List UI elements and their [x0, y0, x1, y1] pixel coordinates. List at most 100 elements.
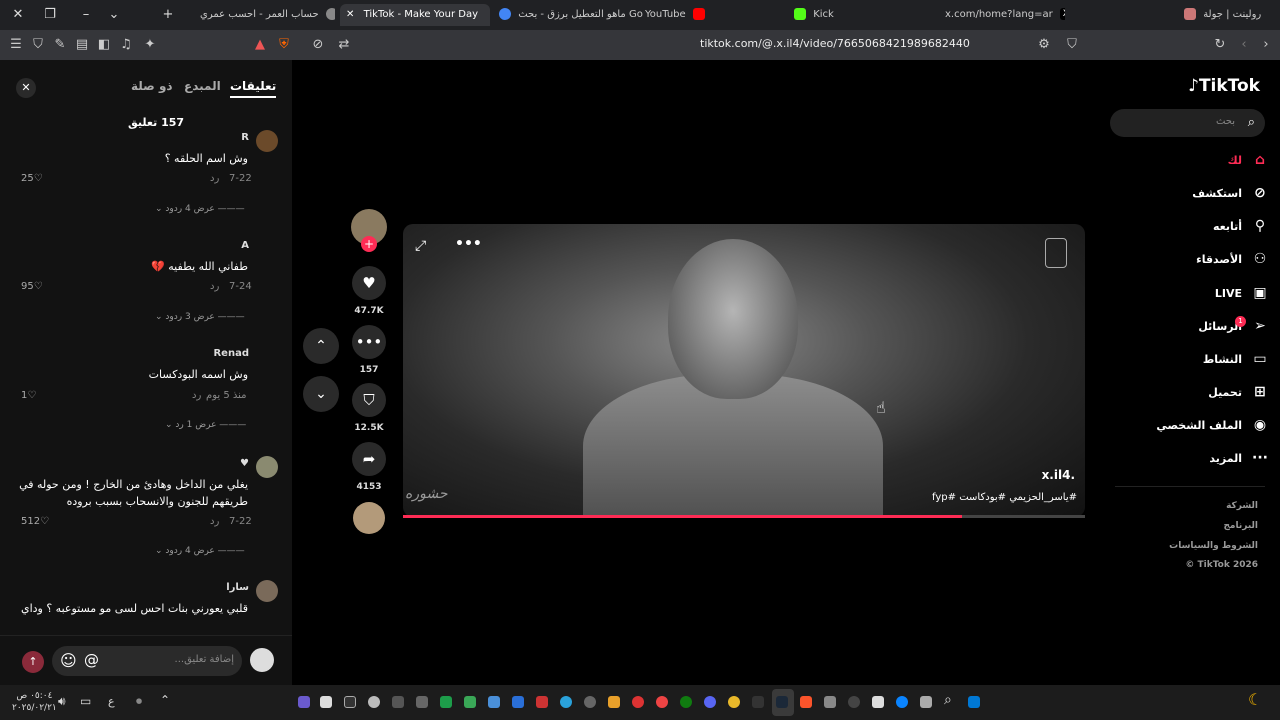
windows-start-icon[interactable] — [968, 696, 980, 708]
tab-related[interactable]: ذو صلة — [131, 79, 173, 93]
app-icon[interactable] — [608, 696, 620, 708]
app-icon[interactable] — [344, 696, 356, 708]
comment-user[interactable]: R — [241, 132, 249, 143]
tab-tiktok[interactable]: ✕ TikTok - Make Your Day — [340, 4, 490, 26]
forward-icon[interactable]: ‹ — [1236, 37, 1252, 53]
comment-input[interactable]: ☺ @ إضافة تعليق... — [52, 646, 242, 676]
steam-icon[interactable] — [776, 696, 788, 708]
brave-rewards-icon[interactable]: ▲ — [252, 37, 268, 53]
translate-icon[interactable]: ⇄ — [336, 37, 352, 53]
search-icon[interactable]: ⌕ — [1248, 115, 1255, 130]
app-icon[interactable] — [488, 696, 500, 708]
site-settings-icon[interactable]: ⚙ — [1036, 37, 1052, 53]
avatar[interactable] — [250, 648, 274, 672]
pin-icon[interactable]: ✎ — [52, 37, 68, 53]
previous-video-button[interactable]: ⌃ — [303, 328, 339, 364]
menu-icon[interactable]: ☰ — [8, 37, 24, 53]
close-tab-icon[interactable]: ✕ — [346, 9, 354, 20]
nav-explore[interactable]: ⊘استكشف — [1192, 185, 1270, 205]
tab-x[interactable]: x.com/home?lang=ar X — [945, 4, 1065, 26]
reply-button[interactable]: رد — [192, 390, 201, 401]
app-icon[interactable] — [656, 696, 668, 708]
comment-user[interactable]: Renad — [213, 348, 249, 359]
back-icon[interactable]: › — [1258, 37, 1274, 53]
tiktok-logo[interactable]: ♪TikTok — [1188, 76, 1260, 96]
telegram-icon[interactable] — [560, 696, 572, 708]
view-replies[interactable]: ⌄ عرض 4 ردود ——— — [155, 204, 245, 214]
music-icon[interactable]: ♫ — [118, 37, 134, 53]
shield-icon[interactable]: ⛉ — [30, 37, 46, 53]
video-author[interactable]: x.il4. — [1042, 468, 1075, 482]
volume-icon[interactable]: 🔊︎ — [58, 694, 66, 709]
footer-link[interactable]: الشروط والسياسات — [1169, 541, 1258, 551]
excel-icon[interactable] — [440, 696, 452, 708]
tab-google[interactable]: ماهو التعطيل برزق - بحث Google — [495, 4, 643, 26]
extensions-icon[interactable]: ✦ — [142, 37, 158, 53]
avatar[interactable] — [256, 456, 278, 478]
brave-shield-icon[interactable]: ⛨ — [276, 37, 292, 53]
tab-youtube[interactable]: YouTube — [645, 4, 785, 26]
fullscreen-icon[interactable]: ⤢ — [415, 238, 426, 254]
close-window-icon[interactable]: ✕ — [8, 5, 28, 25]
discord-icon[interactable] — [704, 696, 716, 708]
bookmark-icon[interactable]: ⛉ — [352, 383, 386, 417]
video-progress-bar[interactable] — [403, 515, 1085, 518]
weather-icon[interactable]: ☾ — [1248, 690, 1262, 709]
music-disc-icon[interactable] — [353, 502, 385, 534]
app-icon[interactable] — [298, 696, 310, 708]
footer-link[interactable]: البرنامج — [1223, 521, 1258, 531]
file-icon[interactable] — [320, 696, 332, 708]
new-tab-icon[interactable]: + — [158, 5, 178, 25]
view-replies[interactable]: ⌄ عرض 4 ردود ——— — [155, 546, 245, 556]
like-count[interactable]: 1♡ — [21, 390, 36, 401]
reply-button[interactable]: رد — [210, 173, 219, 184]
video-player[interactable]: ⤢ ••• x.il4. #ياسر_الحزيمي #بودكاست #fyp… — [403, 224, 1085, 517]
language-indicator[interactable]: ع — [108, 695, 115, 708]
like-icon[interactable]: ♥ — [352, 266, 386, 300]
app-icon[interactable] — [584, 696, 596, 708]
edge-icon[interactable] — [896, 696, 908, 708]
close-icon[interactable]: ✕ — [16, 78, 36, 98]
like-count[interactable]: 512♡ — [21, 516, 49, 527]
minimize-window-icon[interactable]: – — [76, 5, 96, 25]
comment-user[interactable]: ♥ — [240, 458, 249, 469]
nav-live[interactable]: ▣LIVE — [1215, 285, 1270, 305]
next-video-button[interactable]: ⌄ — [303, 376, 339, 412]
brave-icon[interactable] — [800, 696, 812, 708]
capcut-icon[interactable] — [392, 696, 404, 708]
app-icon[interactable] — [368, 696, 380, 708]
nav-for-you[interactable]: ⌂لك — [1228, 152, 1270, 172]
tab-age-calculator[interactable]: حساب العمر - احسب عمري — [200, 4, 335, 26]
comment-icon[interactable]: ••• — [352, 325, 386, 359]
nav-activity[interactable]: ▭النشاط — [1203, 351, 1270, 371]
view-replies[interactable]: ⌄ عرض 1 رد ——— — [165, 420, 246, 430]
comment-user[interactable]: A — [241, 240, 249, 251]
tray-expand-icon[interactable]: ⌃ — [160, 693, 170, 707]
nav-following[interactable]: ⚲أتابعه — [1213, 218, 1270, 238]
like-count[interactable]: 25♡ — [21, 173, 43, 184]
tab-search-icon[interactable]: ⌄ — [104, 5, 124, 25]
clock[interactable]: ٠٥:٠٤ ص ٢٠٢٥/٠٢/٢١ — [12, 690, 57, 714]
app-icon[interactable] — [416, 696, 428, 708]
footer-link[interactable]: الشركة — [1226, 501, 1258, 511]
restore-window-icon[interactable]: ❐ — [40, 5, 60, 25]
like-count[interactable]: 95♡ — [21, 281, 43, 292]
app-icon[interactable] — [920, 696, 932, 708]
nav-friends[interactable]: ⚇الأصدقاء — [1196, 251, 1270, 271]
nav-upload[interactable]: ⊞تحميل — [1208, 384, 1270, 404]
app-icon[interactable] — [728, 696, 740, 708]
mention-icon[interactable]: @ — [84, 651, 99, 669]
follow-plus-icon[interactable]: + — [361, 236, 377, 252]
word-icon[interactable] — [512, 696, 524, 708]
reader-icon[interactable]: ▤ — [74, 37, 90, 53]
tab-rollit[interactable]: رولينت | جولة — [1180, 4, 1276, 26]
tab-kick[interactable]: Kick — [790, 4, 920, 26]
address-bar[interactable]: tiktok.com/@.x.il4/video/766506842198968… — [700, 37, 970, 50]
store-icon[interactable] — [872, 696, 884, 708]
app-icon[interactable] — [752, 696, 764, 708]
comment-user[interactable]: سارا — [226, 582, 249, 593]
more-options-icon[interactable]: ••• — [455, 236, 482, 252]
app-icon[interactable] — [632, 696, 644, 708]
video-caption[interactable]: #ياسر_الحزيمي #بودكاست #fyp — [932, 492, 1077, 503]
xbox-icon[interactable] — [680, 696, 692, 708]
